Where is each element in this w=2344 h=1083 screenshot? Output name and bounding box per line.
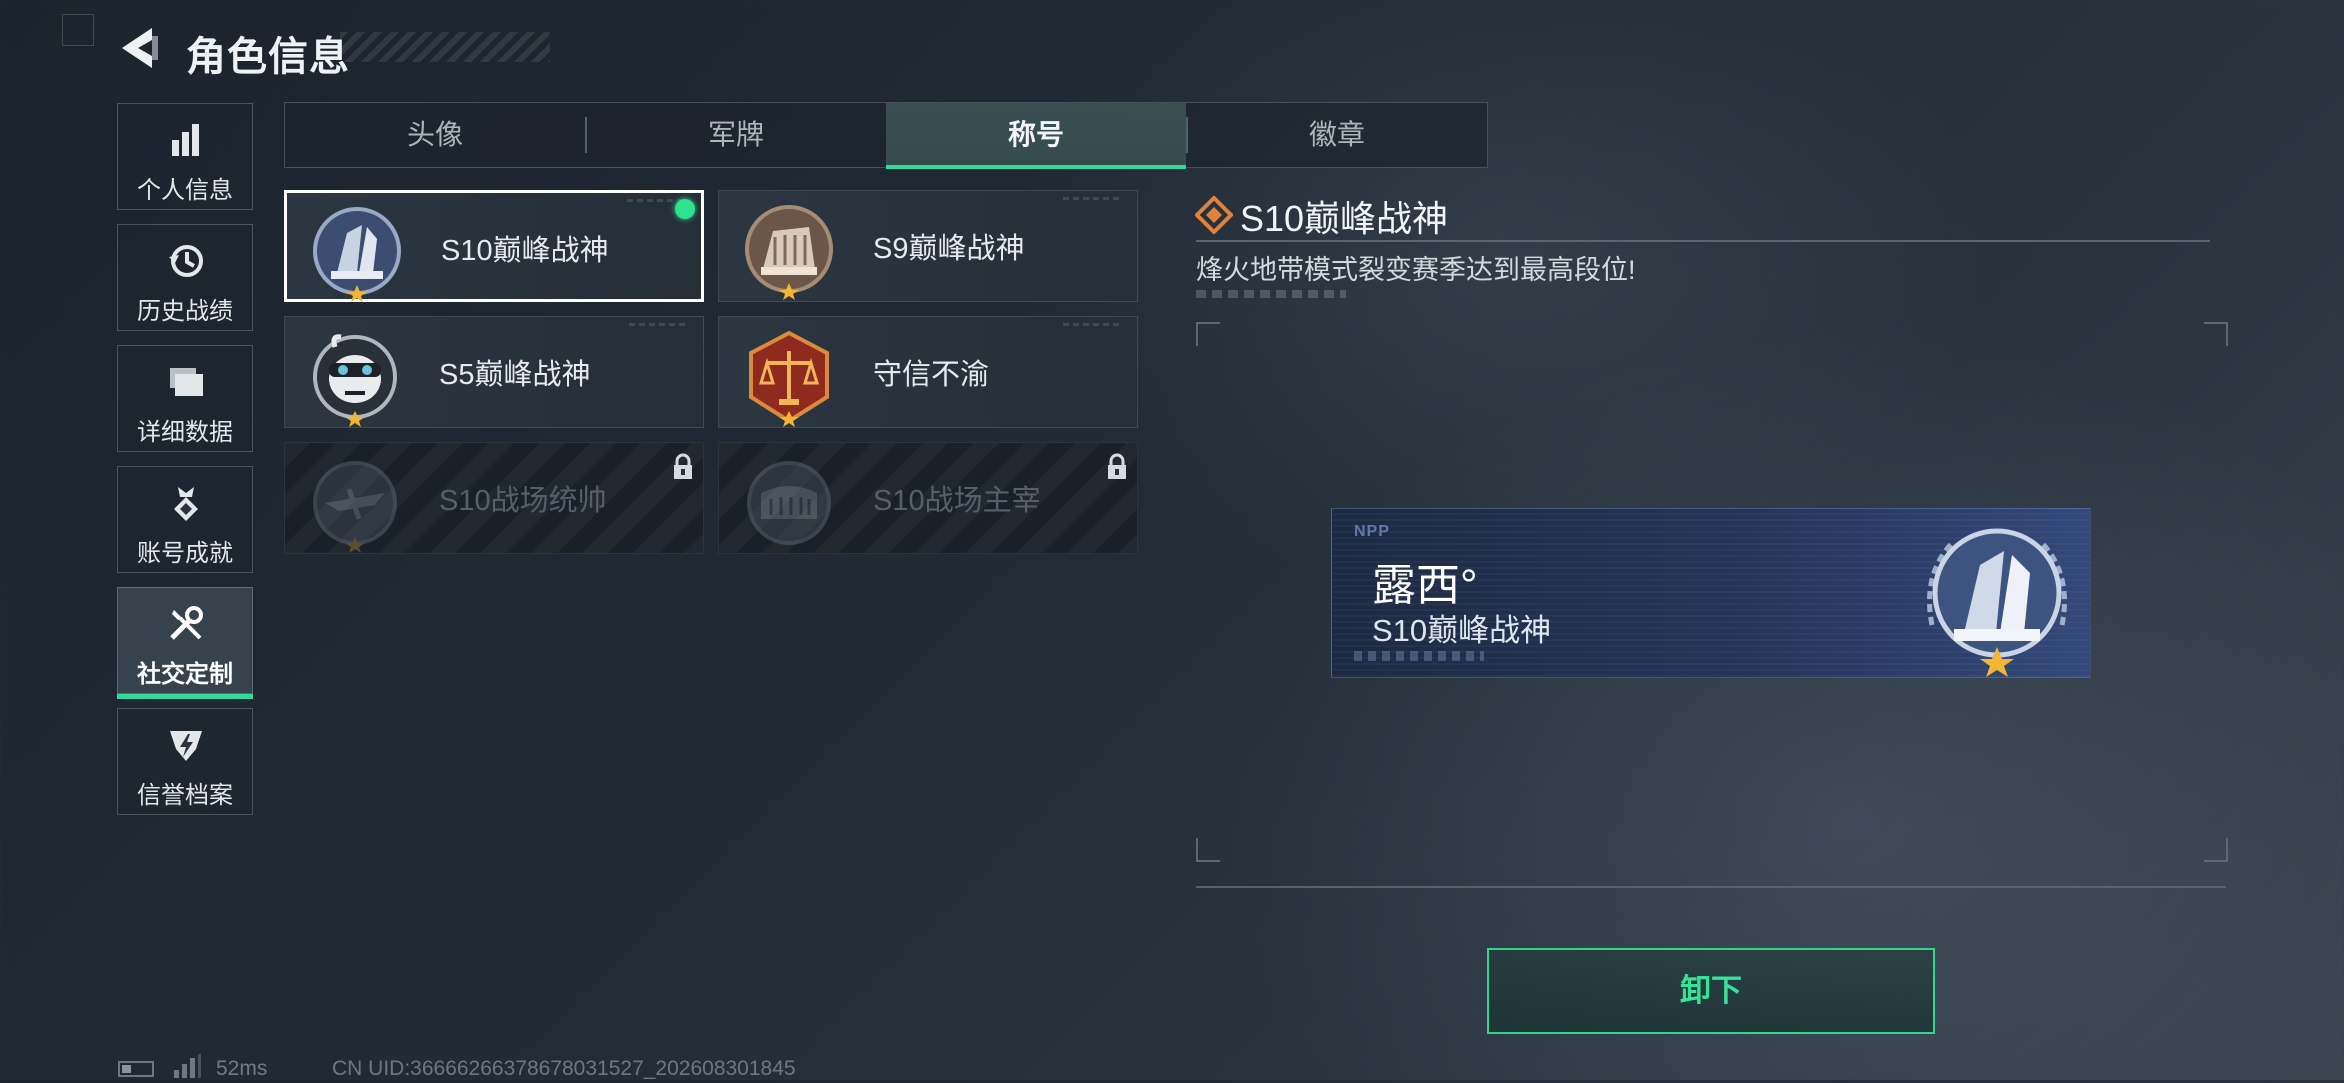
card-decoration	[1063, 197, 1123, 200]
title-name: S9巅峰战神	[873, 233, 1025, 265]
peak-war-god-medal-icon	[1912, 515, 2082, 677]
page-title: 角色信息	[186, 35, 350, 79]
title-card[interactable]: 守信不渝	[718, 316, 1138, 428]
title-card-locked[interactable]: S10战场统帅	[284, 442, 704, 554]
lock-icon	[1105, 453, 1129, 481]
detail-description: 烽火地带模式裂变赛季达到最高段位!	[1196, 255, 1636, 285]
folder-stack-icon	[166, 362, 206, 402]
tab-badge[interactable]: 徽章	[1187, 103, 1487, 166]
battery-icon	[118, 1061, 154, 1077]
title-name: S10巅峰战神	[441, 235, 609, 267]
nameplate-tag: NPP	[1354, 523, 1390, 540]
nameplate-preview: NPP 露西° S10巅峰战神	[1331, 508, 2091, 678]
card-decoration	[629, 323, 689, 326]
peak-war-god-bronze-medal-icon	[739, 201, 839, 301]
aircraft-medal-icon	[305, 453, 405, 553]
back-arrow-icon[interactable]	[112, 22, 162, 74]
achievement-medal-icon	[166, 483, 206, 523]
user-uid: CN UID:36666266378678031527_202608301845	[332, 1057, 796, 1080]
justice-scale-medal-icon	[739, 327, 839, 427]
card-decoration	[1063, 323, 1123, 326]
sidebar-item-label: 信誉档案	[137, 782, 233, 809]
player-name: 露西°	[1372, 561, 1478, 610]
divider	[1196, 886, 2226, 888]
title-hatch-decoration	[340, 32, 550, 62]
equipped-indicator	[675, 199, 695, 219]
sidebar-item-label: 历史战绩	[137, 298, 233, 325]
tab-title[interactable]: 称号	[886, 103, 1186, 169]
skull-diver-medal-icon	[305, 327, 405, 427]
history-clock-icon	[166, 241, 206, 281]
title-card-locked[interactable]: S10战场主宰	[718, 442, 1138, 554]
preview-corner	[2204, 838, 2228, 862]
tools-icon	[166, 604, 206, 644]
title-diamond-icon	[1194, 195, 1234, 235]
title-card[interactable]: S9巅峰战神	[718, 190, 1138, 302]
divider	[1196, 240, 2210, 242]
credit-shield-icon	[166, 725, 206, 765]
title-card[interactable]: S10巅峰战神	[284, 190, 704, 302]
sidebar-item-label: 账号成就	[137, 540, 233, 567]
unequip-button[interactable]: 卸下	[1487, 948, 1935, 1034]
signal-icon	[172, 1054, 202, 1078]
sidebar-item-history[interactable]: 历史战绩	[117, 224, 253, 331]
bar-chart-icon	[166, 120, 206, 160]
preview-corner	[1196, 322, 1220, 346]
title-card[interactable]: S5巅峰战神	[284, 316, 704, 428]
sidebar-item-credit[interactable]: 信誉档案	[117, 708, 253, 815]
preview-corner	[2204, 322, 2228, 346]
tab-bar: 头像 军牌 称号 徽章	[284, 102, 1488, 169]
title-name: S10战场统帅	[439, 485, 607, 517]
nameplate-decoration	[1354, 651, 1484, 661]
preview-corner	[1196, 838, 1220, 862]
detail-title: S10巅峰战神	[1240, 198, 1449, 239]
sidebar-item-detailed-data[interactable]: 详细数据	[117, 345, 253, 452]
lock-icon	[671, 453, 695, 481]
sidebar-item-label: 详细数据	[137, 419, 233, 446]
sidebar-item-personal-info[interactable]: 个人信息	[117, 103, 253, 210]
title-name: S5巅峰战神	[439, 359, 591, 391]
corner-frame	[62, 14, 94, 46]
sidebar-item-achievements[interactable]: 账号成就	[117, 466, 253, 573]
ping-text: 52ms	[216, 1057, 268, 1080]
nameplate-title: S10巅峰战神	[1372, 613, 1552, 648]
peak-war-god-medal-icon	[307, 203, 407, 303]
sidebar-item-label: 个人信息	[137, 177, 233, 204]
colosseum-medal-icon	[739, 453, 839, 553]
title-name: 守信不渝	[873, 359, 990, 391]
tab-dogtag[interactable]: 军牌	[586, 103, 886, 166]
detail-decoration	[1196, 290, 1346, 298]
tab-avatar[interactable]: 头像	[285, 103, 585, 166]
sidebar-item-social-custom[interactable]: 社交定制	[117, 587, 253, 699]
sidebar-item-label: 社交定制	[137, 661, 233, 688]
title-name: S10战场主宰	[873, 485, 1041, 517]
